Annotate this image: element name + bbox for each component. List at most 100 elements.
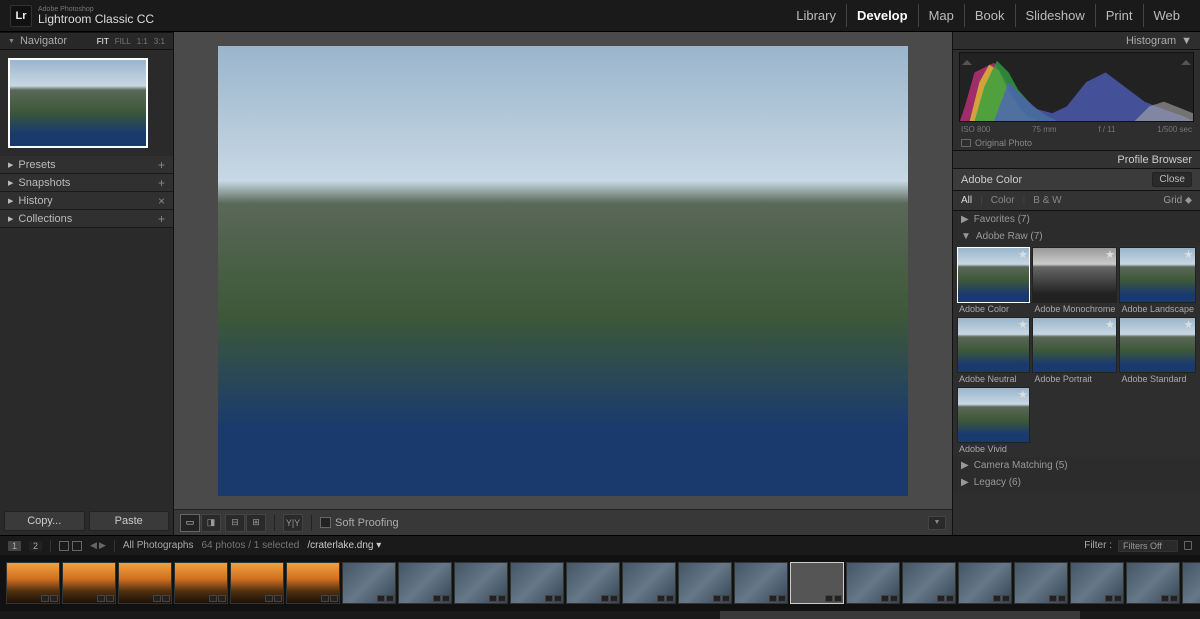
filmstrip-scrollbar[interactable] xyxy=(0,611,1200,619)
soft-proofing-checkbox[interactable] xyxy=(320,517,331,528)
filmstrip-thumb[interactable] xyxy=(6,562,60,604)
nav-back-icon[interactable]: ◀ xyxy=(90,540,97,551)
toolbar-menu-icon[interactable]: ▼ xyxy=(928,516,946,530)
close-button[interactable]: Close xyxy=(1152,172,1192,187)
filmstrip-thumb[interactable] xyxy=(1070,562,1124,604)
filmstrip-thumb[interactable] xyxy=(678,562,732,604)
favorites-label: Favorites (7) xyxy=(974,214,1030,225)
navigator-thumbnail[interactable] xyxy=(8,58,148,148)
histogram-header[interactable]: Histogram ▼ xyxy=(953,32,1200,50)
filmstrip-thumb[interactable] xyxy=(790,562,844,604)
snapshots-panel[interactable]: ▶ Snapshots + xyxy=(0,174,173,192)
thumb-badge-icon xyxy=(666,595,674,602)
canvas[interactable] xyxy=(174,32,952,509)
filmstrip-thumb[interactable] xyxy=(846,562,900,604)
favorite-star-icon[interactable] xyxy=(1105,250,1114,259)
add-collection-icon[interactable]: + xyxy=(158,212,165,226)
collections-panel[interactable]: ▶ Collections + xyxy=(0,210,173,228)
filter-all[interactable]: All xyxy=(961,195,972,206)
second-monitor-1[interactable]: 1 xyxy=(8,541,21,551)
favorite-star-icon[interactable] xyxy=(1184,250,1193,259)
filmstrip-thumb[interactable] xyxy=(734,562,788,604)
camera-matching-section[interactable]: ▶ Camera Matching (5) xyxy=(953,457,1200,474)
paste-button[interactable]: Paste xyxy=(89,511,170,531)
history-panel[interactable]: ▶ History × xyxy=(0,192,173,210)
filmstrip-thumb[interactable] xyxy=(342,562,396,604)
add-snapshot-icon[interactable]: + xyxy=(158,176,165,190)
profile-adobe-landscape[interactable]: Adobe Landscape xyxy=(1119,247,1196,315)
presets-panel[interactable]: ▶ Presets + xyxy=(0,156,173,174)
main-image[interactable] xyxy=(218,46,908,496)
filter-lock-icon[interactable] xyxy=(1184,541,1192,550)
loupe-view-icon[interactable]: ▭ xyxy=(180,514,200,532)
profile-adobe-vivid[interactable]: Adobe Vivid xyxy=(957,387,1030,455)
shadow-clip-icon[interactable] xyxy=(962,55,972,65)
favorites-section[interactable]: ▶ Favorites (7) xyxy=(953,211,1200,228)
zoom-fill[interactable]: FILL xyxy=(115,37,131,46)
filter-color[interactable]: Color xyxy=(991,195,1015,206)
zoom-3to1[interactable]: 3:1 xyxy=(154,37,165,46)
source-label[interactable]: All Photographs xyxy=(123,540,194,551)
filter-select[interactable]: Filters Off xyxy=(1118,540,1178,552)
favorite-star-icon[interactable] xyxy=(1184,320,1193,329)
profile-adobe-monochrome[interactable]: Adobe Monochrome xyxy=(1032,247,1117,315)
filmstrip-thumb[interactable] xyxy=(958,562,1012,604)
filmstrip-thumb[interactable] xyxy=(622,562,676,604)
highlight-clip-icon[interactable] xyxy=(1181,55,1191,65)
copy-button[interactable]: Copy... xyxy=(4,511,85,531)
navigator-header[interactable]: ▼ Navigator FIT FILL 1:1 3:1 xyxy=(0,32,173,50)
profile-adobe-neutral[interactable]: Adobe Neutral xyxy=(957,317,1030,385)
scrollbar-thumb[interactable] xyxy=(720,611,1080,619)
filter-bw[interactable]: B & W xyxy=(1033,195,1061,206)
clear-history-icon[interactable]: × xyxy=(158,194,165,208)
thumb-badge-icon xyxy=(890,595,898,602)
profile-adobe-standard[interactable]: Adobe Standard xyxy=(1119,317,1196,385)
filmstrip-thumb[interactable] xyxy=(510,562,564,604)
filmstrip-thumb[interactable] xyxy=(454,562,508,604)
current-filename[interactable]: /craterlake.dng ▾ xyxy=(307,540,381,551)
navigator-preview[interactable] xyxy=(0,50,173,156)
grid-large-icon[interactable] xyxy=(72,541,82,551)
module-map[interactable]: Map xyxy=(918,4,964,27)
module-web[interactable]: Web xyxy=(1143,4,1191,27)
favorite-star-icon[interactable] xyxy=(1018,250,1027,259)
app-name: Lightroom Classic CC xyxy=(38,13,154,25)
legacy-section[interactable]: ▶ Legacy (6) xyxy=(953,474,1200,491)
grid-small-icon[interactable] xyxy=(59,541,69,551)
original-photo-row[interactable]: Original Photo xyxy=(953,135,1200,151)
zoom-1to1[interactable]: 1:1 xyxy=(137,37,148,46)
filmstrip-thumb[interactable] xyxy=(286,562,340,604)
zoom-fit[interactable]: FIT xyxy=(97,37,109,46)
second-monitor-2[interactable]: 2 xyxy=(29,541,42,551)
before-after-lr-icon[interactable]: ◨ xyxy=(201,514,221,532)
favorite-star-icon[interactable] xyxy=(1105,320,1114,329)
filmstrip-thumb[interactable] xyxy=(118,562,172,604)
filmstrip-thumb[interactable] xyxy=(62,562,116,604)
adobe-raw-section[interactable]: ▼ Adobe Raw (7) xyxy=(953,228,1200,245)
filmstrip-thumb[interactable] xyxy=(566,562,620,604)
histogram[interactable] xyxy=(959,52,1194,122)
module-book[interactable]: Book xyxy=(964,4,1015,27)
module-print[interactable]: Print xyxy=(1095,4,1143,27)
filmstrip-thumb[interactable] xyxy=(398,562,452,604)
before-after-tb-icon[interactable]: ⊟ xyxy=(225,514,245,532)
filmstrip[interactable] xyxy=(0,555,1200,611)
favorite-star-icon[interactable] xyxy=(1018,390,1027,399)
before-after-split-icon[interactable]: ⊞ xyxy=(246,514,266,532)
module-library[interactable]: Library xyxy=(786,4,846,27)
filmstrip-thumb[interactable] xyxy=(1014,562,1068,604)
view-mode-select[interactable]: Grid ⬥ xyxy=(1163,195,1192,206)
filmstrip-thumb[interactable] xyxy=(1126,562,1180,604)
profile-adobe-portrait[interactable]: Adobe Portrait xyxy=(1032,317,1117,385)
nav-fwd-icon[interactable]: ▶ xyxy=(99,540,106,551)
filmstrip-thumb[interactable] xyxy=(902,562,956,604)
add-preset-icon[interactable]: + xyxy=(158,158,165,172)
swap-icon[interactable]: Y|Y xyxy=(283,514,303,532)
profile-adobe-color[interactable]: Adobe Color xyxy=(957,247,1030,315)
favorite-star-icon[interactable] xyxy=(1018,320,1027,329)
filmstrip-thumb[interactable] xyxy=(1182,562,1200,604)
module-develop[interactable]: Develop xyxy=(846,4,918,27)
filmstrip-thumb[interactable] xyxy=(174,562,228,604)
filmstrip-thumb[interactable] xyxy=(230,562,284,604)
module-slideshow[interactable]: Slideshow xyxy=(1015,4,1095,27)
